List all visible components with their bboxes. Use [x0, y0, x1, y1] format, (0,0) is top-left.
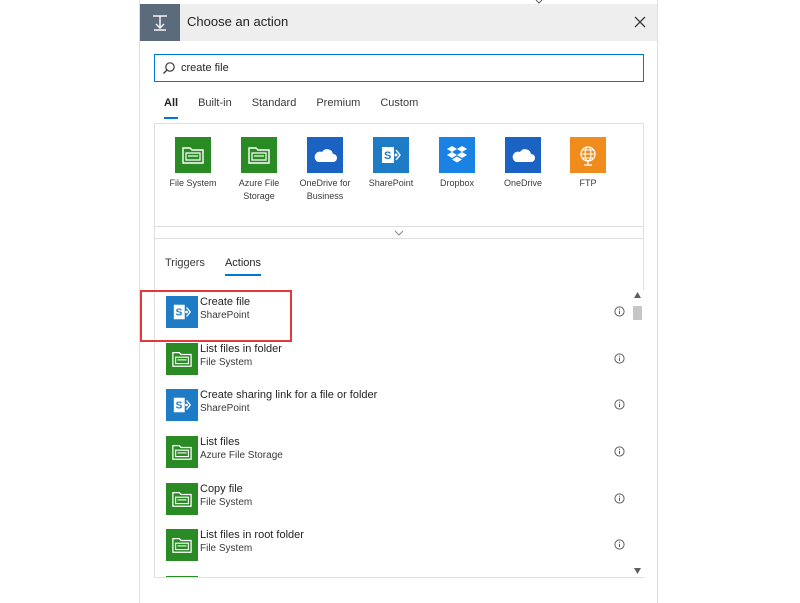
- sharepoint-icon: S: [166, 389, 198, 421]
- action-title: List files in folder: [200, 343, 282, 355]
- globe-icon: [570, 137, 606, 173]
- tab-custom[interactable]: Custom: [380, 97, 418, 119]
- folder-icon: [166, 436, 198, 468]
- highlight-box: [140, 290, 292, 342]
- info-icon[interactable]: [614, 353, 625, 364]
- connector-sharepoint[interactable]: S SharePoint: [359, 137, 423, 190]
- action-connector: File System: [200, 357, 253, 368]
- connector-label: Azure File Storage: [227, 177, 291, 203]
- folder-icon: [166, 529, 198, 561]
- tab-standard[interactable]: Standard: [252, 97, 297, 119]
- action-title: List files: [200, 436, 240, 448]
- connector-label: FTP: [579, 178, 597, 188]
- connector-label: OneDrive: [503, 178, 542, 188]
- info-icon[interactable]: [614, 446, 625, 457]
- list-item-copy-file[interactable]: Copy file File System: [165, 480, 631, 520]
- connector-dropbox[interactable]: Dropbox: [425, 137, 489, 190]
- cloud-icon: [505, 137, 541, 173]
- connector-label: File System: [169, 178, 217, 188]
- scroll-down-icon[interactable]: [634, 568, 641, 574]
- close-icon[interactable]: [633, 15, 647, 29]
- search-icon: [163, 62, 175, 74]
- action-title: List files in root folder: [200, 529, 304, 541]
- tab-actions[interactable]: Actions: [224, 257, 262, 276]
- svg-text:S: S: [384, 150, 391, 162]
- tab-premium[interactable]: Premium: [316, 97, 360, 119]
- connector-label: SharePoint: [368, 178, 414, 188]
- cloud-icon: [307, 137, 343, 173]
- tab-built-in[interactable]: Built-in: [198, 97, 232, 119]
- info-icon[interactable]: [614, 399, 625, 410]
- filter-tabs: All Built-in Standard Premium Custom: [164, 97, 438, 119]
- connector-file-system[interactable]: File System: [161, 137, 225, 190]
- search-box[interactable]: [154, 54, 644, 82]
- info-icon[interactable]: [614, 306, 625, 317]
- connector-label: Dropbox: [439, 178, 475, 188]
- tab-triggers[interactable]: Triggers: [165, 257, 205, 276]
- folder-icon: [166, 343, 198, 375]
- folder-icon: [241, 137, 277, 173]
- info-icon[interactable]: [614, 493, 625, 504]
- connector-label: OneDrive for Business: [293, 177, 357, 203]
- connector-label-line1: OneDrive for: [299, 178, 351, 188]
- connectors-grid: File System Azure File Storage OneDrive f…: [154, 123, 644, 239]
- connector-label-line2: Business: [306, 191, 344, 201]
- sharepoint-icon: S: [373, 137, 409, 173]
- scroll-up-icon[interactable]: [634, 292, 641, 298]
- action-connector: SharePoint: [200, 403, 250, 414]
- action-step-icon: [140, 4, 180, 41]
- svg-text:S: S: [176, 401, 183, 412]
- chevron-down-icon: [394, 230, 404, 236]
- choose-action-panel: Choose an action All Built-in Standard P…: [139, 0, 658, 603]
- action-connector: File System: [200, 543, 253, 554]
- list-item-list-files-in-root-folder[interactable]: List files in root folder File System: [165, 526, 631, 566]
- results-pane: Triggers Actions S Create file SharePoin…: [154, 238, 644, 578]
- list-item-list-files[interactable]: List files Azure File Storage: [165, 433, 631, 473]
- tab-all[interactable]: All: [164, 97, 179, 119]
- search-input[interactable]: [181, 58, 631, 78]
- connector-onedrive-business[interactable]: OneDrive for Business: [293, 137, 357, 203]
- connector-azure-file-storage[interactable]: Azure File Storage: [227, 137, 291, 203]
- connector-label-line1: Azure File: [238, 178, 280, 188]
- actions-scrollbar[interactable]: [631, 290, 644, 577]
- action-connector: Azure File Storage: [200, 450, 283, 461]
- connector-ftp[interactable]: FTP: [556, 137, 620, 190]
- action-connector: File System: [200, 497, 253, 508]
- connector-label-line2: Storage: [243, 191, 275, 201]
- info-icon[interactable]: [614, 539, 625, 550]
- action-title: Copy file: [200, 483, 243, 495]
- folder-icon: [166, 576, 198, 577]
- action-title: Create sharing link for a file or folder: [200, 389, 378, 401]
- result-tabs: Triggers Actions: [165, 257, 281, 276]
- folder-icon: [166, 483, 198, 515]
- connector-onedrive[interactable]: OneDrive: [491, 137, 555, 190]
- list-item-create-sharing-link[interactable]: S Create sharing link for a file or fold…: [165, 386, 631, 426]
- list-item-list-files-in-folder[interactable]: List files in folder File System: [165, 340, 631, 380]
- list-item-partial[interactable]: [165, 573, 631, 577]
- scroll-thumb[interactable]: [633, 306, 642, 320]
- dropbox-icon: [439, 137, 475, 173]
- folder-icon: [175, 137, 211, 173]
- dialog-header: Choose an action: [140, 4, 657, 41]
- dialog-title: Choose an action: [187, 14, 289, 29]
